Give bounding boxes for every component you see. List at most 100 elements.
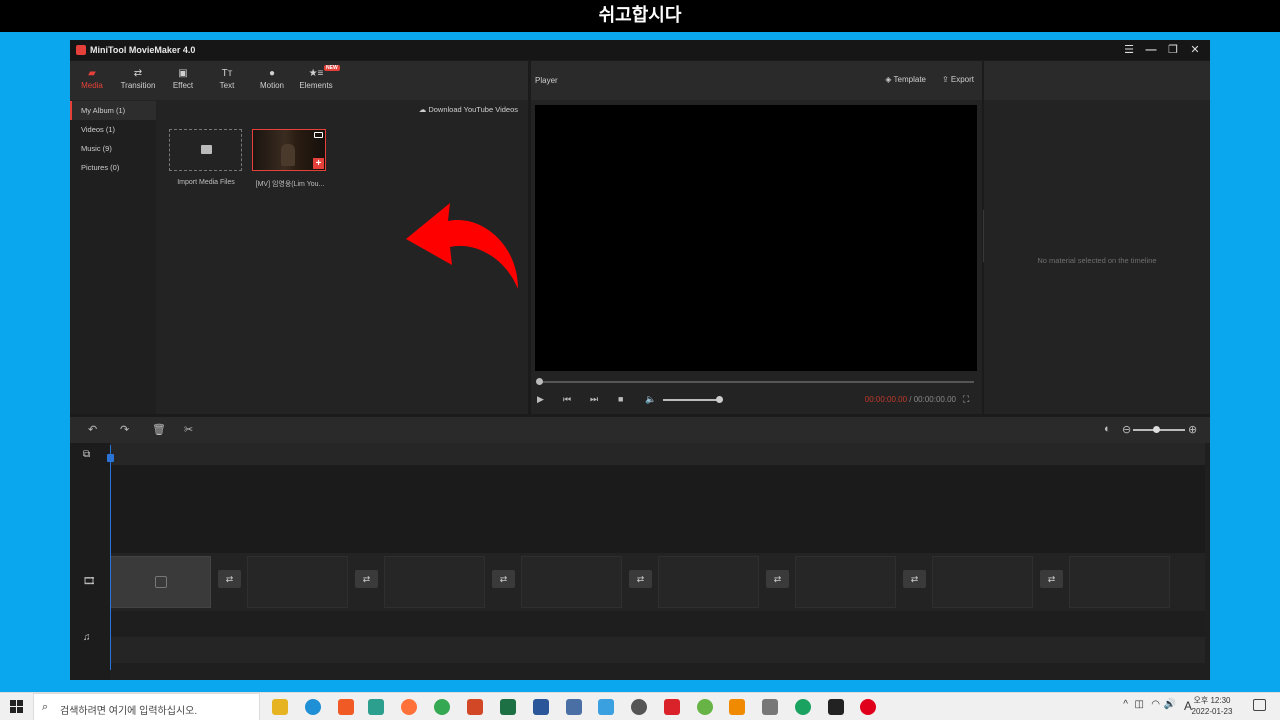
vlc-icon[interactable] xyxy=(729,699,745,715)
close-icon[interactable]: ✕ xyxy=(1184,40,1206,60)
window-title-bar[interactable]: MiniTool MovieMaker 4.0 ☰ — ❐ ✕ xyxy=(70,40,1210,60)
taskbar-clock[interactable]: 오후 12:30 2022-01-23 xyxy=(1184,695,1240,717)
transition-slot-icon[interactable]: ⇄ xyxy=(903,570,926,588)
main-toolbar: ▰ Media ⇄ Transition ▣ Effect Tт Text ● xyxy=(70,61,528,100)
remote-desktop-icon[interactable] xyxy=(598,699,614,715)
transition-slot-icon[interactable]: ⇄ xyxy=(355,570,378,588)
minimize-icon[interactable]: — xyxy=(1140,40,1162,60)
import-media-button[interactable] xyxy=(169,129,242,171)
taskbar-search-input[interactable]: ⌕ 검색하려면 여기에 입력하십시오. xyxy=(33,693,260,720)
tab-motion[interactable]: ● Motion xyxy=(250,67,294,90)
tab-text[interactable]: Tт Text xyxy=(205,67,249,90)
transition-slot-icon[interactable]: ⇄ xyxy=(218,570,241,588)
fullscreen-icon[interactable]: ⛶ xyxy=(963,394,969,405)
video-preview[interactable] xyxy=(535,105,977,371)
download-youtube-button[interactable]: ☁ Download YouTube Videos xyxy=(419,105,518,114)
redo-icon[interactable]: ↷ xyxy=(120,423,129,436)
transition-slot-icon[interactable]: ⇄ xyxy=(492,570,515,588)
timeline-slot[interactable] xyxy=(110,556,211,608)
sidebar-item-music[interactable]: Music (9) xyxy=(70,139,156,158)
chrome-alt-icon[interactable] xyxy=(795,699,811,715)
zoom-in-icon[interactable]: ⊕ xyxy=(1188,423,1197,436)
red-arrow-annotation xyxy=(406,203,518,289)
play-icon[interactable]: ▶ xyxy=(537,394,544,405)
notification-icon[interactable] xyxy=(1253,699,1266,711)
volume-icon[interactable]: 🔈 xyxy=(645,394,656,405)
search-icon: ⌕ xyxy=(42,701,49,713)
audio-track[interactable] xyxy=(110,611,1205,663)
volume-slider[interactable] xyxy=(663,399,718,401)
timeline-slot[interactable] xyxy=(932,556,1033,608)
zoom-out-icon[interactable]: ⊖ xyxy=(1122,423,1131,436)
playhead[interactable] xyxy=(110,445,111,670)
timeline-slot[interactable] xyxy=(1069,556,1170,608)
timecode: 00:00:00.00 / 00:00:00.00 xyxy=(864,395,956,404)
timeline-slot[interactable] xyxy=(384,556,485,608)
moviemaker-window: MiniTool MovieMaker 4.0 ☰ — ❐ ✕ ▰ Media … xyxy=(70,40,1210,680)
time-ruler[interactable] xyxy=(110,443,1205,465)
tab-effect[interactable]: ▣ Effect xyxy=(161,67,205,90)
timeline-slot[interactable] xyxy=(795,556,896,608)
timeline-slot[interactable] xyxy=(658,556,759,608)
excel-icon[interactable] xyxy=(500,699,516,715)
transition-slot-icon[interactable]: ⇄ xyxy=(629,570,652,588)
timeline-slot[interactable] xyxy=(521,556,622,608)
media-library: ☁ Download YouTube Videos Import Media F… xyxy=(156,101,528,414)
sticky-notes-icon[interactable] xyxy=(828,699,844,715)
meet-now-icon[interactable]: ◫ xyxy=(1135,699,1144,710)
show-hidden-icons-icon[interactable]: ^ xyxy=(1123,699,1128,710)
timeline-slot[interactable] xyxy=(247,556,348,608)
word-icon[interactable] xyxy=(533,699,549,715)
delete-icon[interactable]: 🗑 xyxy=(152,423,166,436)
next-frame-icon[interactable]: ⏭ xyxy=(590,394,598,405)
previous-frame-icon[interactable]: ⏮ xyxy=(563,394,571,405)
timeline: ⧉ 🎞 ♫ ⇄ ⇄ ⇄ ⇄ ⇄ ⇄ ⇄ xyxy=(70,443,1210,680)
seek-handle[interactable] xyxy=(536,378,543,385)
speaker-icon[interactable]: 🔊 xyxy=(1164,699,1176,710)
edge-icon[interactable] xyxy=(305,699,321,715)
sidebar-item-my-album[interactable]: My Album (1) xyxy=(70,101,156,120)
zoom-handle[interactable] xyxy=(1153,426,1160,433)
video-track[interactable]: ⇄ ⇄ ⇄ ⇄ ⇄ ⇄ ⇄ xyxy=(110,553,1205,611)
wifi-icon[interactable]: ◠ xyxy=(1151,699,1160,710)
add-track-icon[interactable]: ⧉ xyxy=(83,449,90,460)
file-explorer-icon[interactable] xyxy=(272,699,288,715)
seek-bar[interactable] xyxy=(537,381,974,383)
chrome-icon[interactable] xyxy=(434,699,450,715)
volume-handle[interactable] xyxy=(716,396,723,403)
firefox-icon[interactable] xyxy=(401,699,417,715)
media-clip-thumbnail[interactable]: + xyxy=(252,129,326,171)
text-icon: Tт xyxy=(221,68,233,79)
export-icon: ⇪ xyxy=(941,75,951,84)
tab-media[interactable]: ▰ Media xyxy=(70,67,114,90)
effect-icon: ▣ xyxy=(178,68,188,79)
app-icon[interactable] xyxy=(368,699,384,715)
windows-start-icon[interactable] xyxy=(10,700,24,714)
export-button[interactable]: ⇪ Export xyxy=(942,75,974,84)
opera-icon[interactable] xyxy=(860,699,876,715)
menu-icon[interactable]: ☰ xyxy=(1118,40,1140,60)
template-button[interactable]: ◈ Template xyxy=(885,75,926,84)
media-clip-label: [MV] 임영웅(Lim You... xyxy=(255,181,325,188)
stop-icon[interactable]: ■ xyxy=(618,394,623,404)
main-track[interactable] xyxy=(110,465,1205,553)
audio-mix-icon[interactable]: ◐ xyxy=(1104,423,1111,435)
sidebar-item-videos[interactable]: Videos (1) xyxy=(70,120,156,139)
calculator-icon[interactable] xyxy=(762,699,778,715)
split-icon[interactable]: ✂ xyxy=(184,423,193,436)
transition-slot-icon[interactable]: ⇄ xyxy=(1040,570,1063,588)
se-app-icon[interactable] xyxy=(664,699,680,715)
transition-slot-icon[interactable]: ⇄ xyxy=(766,570,789,588)
audio-lane xyxy=(110,637,1205,663)
android-app-icon[interactable] xyxy=(697,699,713,715)
undo-icon[interactable]: ↶ xyxy=(88,423,97,436)
tab-transition[interactable]: ⇄ Transition xyxy=(116,67,160,90)
brave-icon[interactable] xyxy=(338,699,354,715)
maximize-icon[interactable]: ❐ xyxy=(1162,40,1184,60)
powerpoint-icon[interactable] xyxy=(467,699,483,715)
sidebar-item-pictures[interactable]: Pictures (0) xyxy=(70,158,156,177)
search-app-icon[interactable] xyxy=(631,699,647,715)
windows-taskbar: ⌕ 검색하려면 여기에 입력하십시오. ^ ◫ ◠ 🔊 A 오후 12:30 2… xyxy=(0,692,1280,720)
add-to-timeline-icon[interactable]: + xyxy=(313,158,324,169)
hwp-icon[interactable] xyxy=(566,699,582,715)
